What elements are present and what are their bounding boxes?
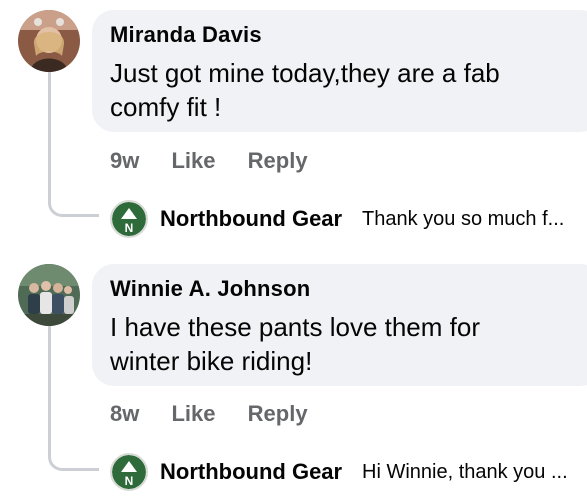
brand-logo-icon: N [110, 453, 148, 491]
reply-snippet: Hi Winnie, thank you ... [362, 461, 568, 483]
reply-author[interactable]: Northbound Gear [160, 206, 342, 232]
reply-author[interactable]: Northbound Gear [160, 459, 342, 485]
svg-text:N: N [125, 221, 134, 235]
comment-bubble: Miranda Davis Just got mine today,they a… [92, 10, 587, 132]
profile-photo-icon [18, 10, 80, 72]
comment-bubble: Winnie A. Johnson I have these pants lov… [92, 264, 587, 386]
reply-snippet: Thank you so much f... [362, 208, 565, 230]
comment-actions: 9w Like Reply [110, 148, 334, 174]
reply-preview[interactable]: N Northbound Gear Hi Winnie, thank you .… [110, 453, 587, 491]
comment-actions: 8w Like Reply [110, 401, 334, 427]
avatar[interactable] [18, 264, 80, 326]
svg-text:N: N [125, 474, 134, 488]
thread-line [48, 72, 99, 217]
avatar[interactable] [18, 10, 80, 72]
comment-author[interactable]: Miranda Davis [110, 22, 262, 48]
reply-button[interactable]: Reply [248, 401, 308, 426]
like-button[interactable]: Like [171, 148, 215, 173]
reply-preview[interactable]: N Northbound Gear Thank you so much f... [110, 200, 587, 238]
comment-author[interactable]: Winnie A. Johnson [110, 276, 310, 302]
comment-text: Just got mine today,they are a fab comfy… [110, 58, 500, 122]
brand-logo-icon: N [110, 200, 148, 238]
comment-timestamp[interactable]: 9w [110, 148, 139, 173]
comment-text: I have these pants love them for winter … [110, 312, 480, 376]
comment-timestamp[interactable]: 8w [110, 401, 139, 426]
reply-button[interactable]: Reply [248, 148, 308, 173]
like-button[interactable]: Like [171, 401, 215, 426]
group-photo-icon [18, 264, 80, 326]
thread-line [48, 326, 99, 471]
